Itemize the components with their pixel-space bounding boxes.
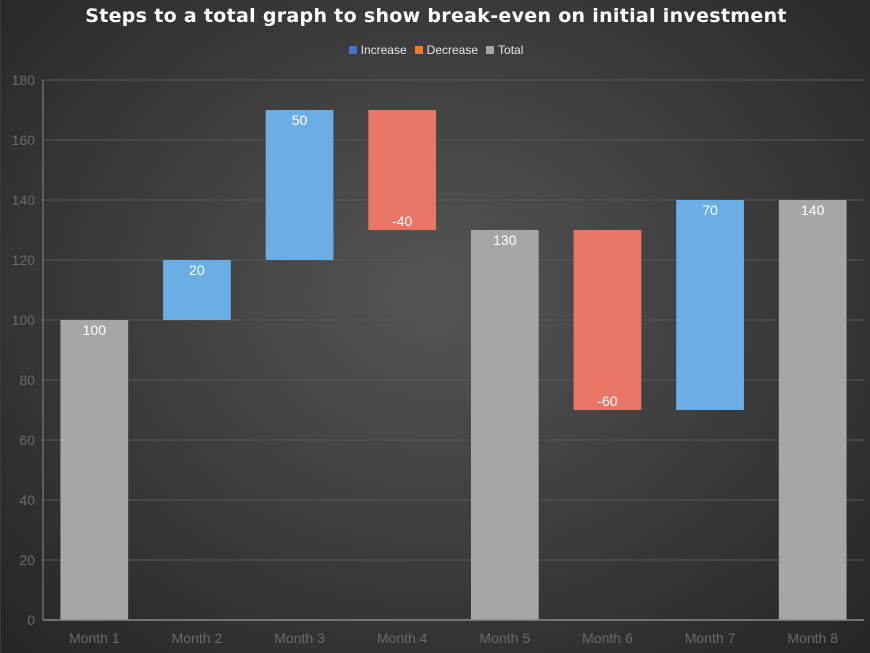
bar-month-7 [676,200,744,410]
x-category-label-month-2: Month 2 [172,630,223,646]
data-label-month-5: 130 [493,232,517,248]
data-label-month-1: 100 [83,322,107,338]
x-category-label-month-3: Month 3 [274,630,325,646]
bar-month-3 [265,110,334,260]
y-tick-label-20: 20 [19,552,35,568]
y-tick-label-80: 80 [19,372,35,388]
y-axis-ticks: 0 20 40 60 80 100 120 140 160 180 [12,72,36,628]
y-tick-label-60: 60 [19,432,35,448]
data-label-month-4: -40 [392,213,412,229]
x-category-label-month-4: Month 4 [377,630,428,646]
chart-container: Steps to a total graph to show break-eve… [0,0,870,653]
x-axis-categories: Month 1 Month 2 Month 3 Month 4 Month 5 Month… [69,630,838,646]
bar-month-5 [470,230,539,620]
x-category-label-month-8: Month 8 [787,630,838,646]
x-category-label-month-6: Month 6 [582,630,633,646]
bar-month-4 [368,110,437,230]
y-tick-label-180: 180 [12,72,36,88]
bar-month-6 [573,230,642,410]
y-tick-label-160: 160 [12,132,36,148]
data-label-month-3: 50 [292,112,308,128]
plot-area: 0 20 40 60 80 100 120 140 160 180 100 20 50 -40 130 -6… [12,72,864,646]
bars [60,110,847,620]
bar-month-1 [60,320,129,620]
data-label-month-8: 140 [801,202,825,218]
x-category-label-month-7: Month 7 [685,630,736,646]
data-label-month-7: 70 [702,202,718,218]
data-label-month-6: -60 [597,393,617,409]
y-tick-label-0: 0 [27,612,35,628]
data-label-month-2: 20 [189,262,205,278]
x-category-label-month-5: Month 5 [480,630,531,646]
y-tick-label-40: 40 [19,492,35,508]
bar-month-8 [778,200,847,620]
x-category-label-month-1: Month 1 [69,630,120,646]
y-tick-label-140: 140 [12,192,36,208]
y-tick-label-100: 100 [12,312,36,328]
y-tick-label-120: 120 [12,252,36,268]
